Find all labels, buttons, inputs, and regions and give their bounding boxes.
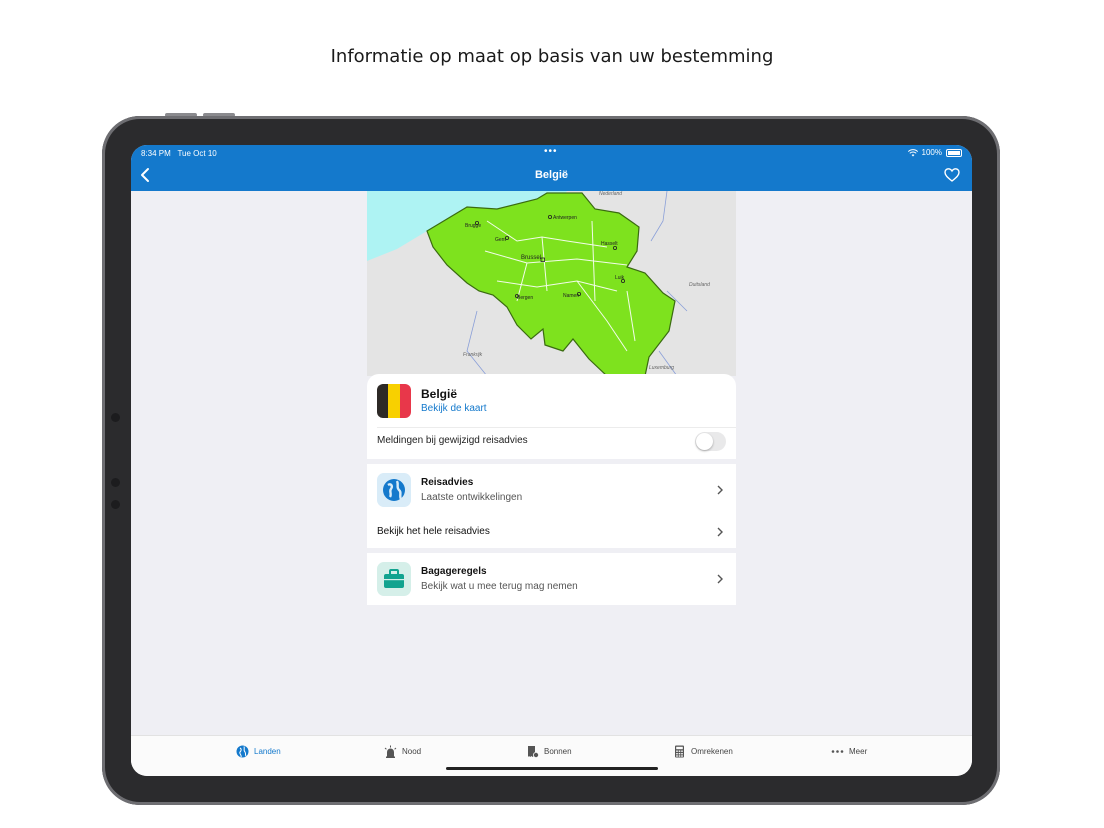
map-label-bergen: Bergen (517, 295, 533, 301)
view-map-link[interactable]: Bekijk de kaart (421, 403, 487, 414)
status-indicators: 100% (907, 148, 962, 157)
chevron-right-icon (717, 574, 723, 584)
map-label-frankrijk: Frankrijk (463, 352, 483, 358)
reisadvies-subtitle: Laatste ontwikkelingen (421, 492, 523, 503)
bagage-row[interactable]: Bagageregels Bekijk wat u mee terug mag … (367, 553, 736, 605)
tab-label: Omrekenen (691, 747, 733, 756)
battery-icon (946, 148, 962, 157)
status-time: 8:34 PM Tue Oct 10 (141, 149, 217, 158)
tab-meer[interactable]: Meer (831, 745, 867, 758)
country-map[interactable]: Nederland Antwerpen Brugge Gent Hasselt … (367, 191, 736, 376)
reisadvies-row[interactable]: Reisadvies Laatste ontwikkelingen (367, 464, 736, 516)
headline: Informatie op maat op basis van uw beste… (330, 46, 774, 67)
globe-icon (377, 473, 411, 507)
chevron-right-icon (717, 527, 723, 537)
camera-dot (111, 413, 120, 422)
map-label-antwerpen: Antwerpen (553, 215, 577, 221)
calculator-icon (675, 745, 684, 758)
divider (377, 427, 736, 428)
map-label-brugge: Brugge (465, 223, 481, 229)
belgium-flag-icon (377, 384, 411, 418)
toggle-knob (696, 433, 713, 450)
map-label-hasselt: Hasselt (601, 241, 618, 247)
suitcase-icon (377, 562, 411, 596)
bagage-section: Bagageregels Bekijk wat u mee terug mag … (367, 553, 736, 605)
navigation-bar: 8:34 PM Tue Oct 10 ••• 100% België (131, 145, 972, 191)
tab-bonnen[interactable]: Bonnen (526, 745, 572, 758)
tab-label: Landen (254, 747, 281, 756)
map-label-luik: Luik (615, 275, 625, 281)
receipt-icon (528, 746, 539, 758)
tab-nood[interactable]: Nood (384, 745, 421, 758)
tab-label: Nood (402, 747, 422, 756)
chevron-right-icon (717, 485, 723, 495)
map-label-luxemburg: Luxemburg (649, 365, 674, 371)
tab-label: Meer (849, 747, 868, 756)
map-label-brussel: Brussel (521, 255, 541, 261)
sensor-dot-2 (111, 500, 120, 509)
full-advice-label: Bekijk het hele reisadvies (377, 526, 490, 537)
wifi-icon (907, 148, 918, 156)
country-card: België Bekijk de kaart Meldingen bij gew… (367, 374, 736, 459)
tab-label: Bonnen (544, 747, 572, 756)
home-indicator[interactable] (446, 767, 658, 770)
tab-landen[interactable]: Landen (236, 745, 281, 758)
full-advice-row[interactable]: Bekijk het hele reisadvies (367, 516, 736, 548)
country-name: België (421, 387, 458, 401)
bagage-subtitle: Bekijk wat u mee terug mag nemen (421, 581, 578, 592)
map-label-duitsland: Duitsland (689, 282, 710, 288)
reisadvies-title: Reisadvies (421, 477, 474, 488)
notifications-toggle[interactable] (695, 432, 726, 451)
map-label-nederland: Nederland (599, 191, 622, 197)
content-column: Nederland Antwerpen Brugge Gent Hasselt … (367, 191, 736, 605)
favorite-heart-icon[interactable] (944, 167, 960, 183)
bagage-title: Bagageregels (421, 566, 487, 577)
siren-icon (384, 745, 397, 758)
notifications-label: Meldingen bij gewijzigd reisadvies (377, 435, 528, 446)
more-icon (831, 750, 844, 753)
tab-omrekenen[interactable]: Omrekenen (673, 745, 733, 758)
map-label-gent: Gent (495, 237, 506, 243)
globe-icon (236, 745, 249, 758)
nav-title: België (534, 169, 568, 181)
map-label-namen: Namen (563, 293, 579, 299)
multitask-dots[interactable]: ••• (544, 146, 558, 157)
battery-percent: 100% (921, 148, 942, 157)
screen: 8:34 PM Tue Oct 10 ••• 100% België Neder… (131, 145, 972, 776)
sensor-dot (111, 478, 120, 487)
reisadvies-section: Reisadvies Laatste ontwikkelingen Bekijk… (367, 464, 736, 548)
